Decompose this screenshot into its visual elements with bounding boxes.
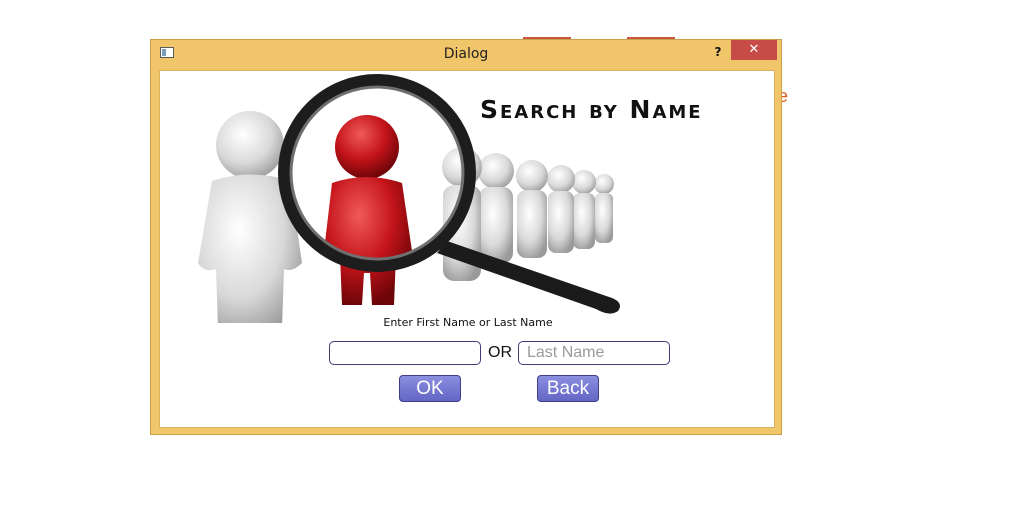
back-button[interactable]: Back [537, 375, 599, 402]
or-separator: OR [488, 344, 512, 361]
page-heading: Search by Name [480, 95, 703, 124]
last-name-input[interactable] [518, 341, 670, 365]
help-button[interactable]: ? [707, 42, 729, 62]
search-prompt-label: Enter First Name or Last Name [383, 316, 553, 329]
close-button[interactable]: ✕ [731, 40, 777, 60]
dialog-title: Dialog [443, 46, 489, 62]
search-dialog: Dialog ? ✕ Search by Name Enter First Na… [150, 39, 782, 435]
ok-button[interactable]: OK [399, 375, 461, 402]
dialog-content: Search by Name Enter First Name or Last … [159, 70, 775, 428]
title-bar[interactable]: Dialog ? ✕ [151, 40, 781, 69]
first-name-input[interactable] [329, 341, 481, 365]
